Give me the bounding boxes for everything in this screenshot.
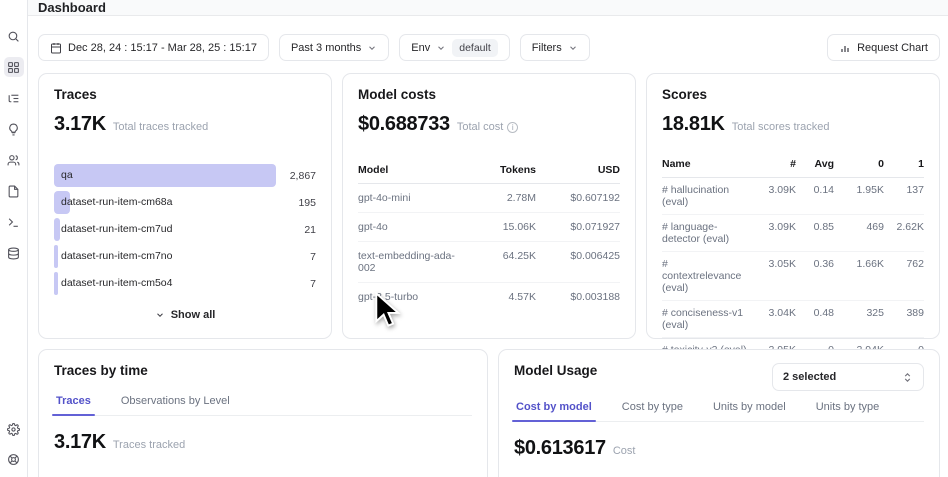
trace-tree-icon[interactable] (4, 88, 24, 108)
settings-gear-icon[interactable] (4, 419, 24, 439)
support-icon[interactable] (4, 449, 24, 469)
card-title: Model Usage (514, 363, 597, 378)
tab-cost-by-model[interactable]: Cost by model (514, 397, 594, 421)
table-row[interactable]: gpt-3.5-turbo4.57K$0.003188 (358, 283, 620, 311)
chevron-down-icon (568, 43, 578, 53)
bar-row[interactable]: dataset-run-item-cm7no 7 (54, 245, 316, 268)
traces-card: Traces 3.17K Total traces tracked qa 2,8… (38, 73, 332, 339)
bar-row[interactable]: dataset-run-item-cm5o4 7 (54, 272, 316, 295)
users-icon[interactable] (4, 150, 24, 170)
tab-traces[interactable]: Traces (54, 391, 93, 415)
dashboard-icon[interactable] (4, 57, 24, 77)
model-usage-cost-metric: $0.613617 (514, 437, 606, 460)
chevron-down-icon (155, 310, 165, 320)
card-title: Traces by time (54, 363, 472, 378)
env-default-badge: default (452, 39, 498, 57)
database-icon[interactable] (4, 243, 24, 263)
sidebar (0, 0, 28, 477)
traces-by-time-card: Traces by time Traces Observations by Le… (38, 349, 488, 477)
bar-row[interactable]: dataset-run-item-cm68a 195 (54, 191, 316, 214)
date-range-picker[interactable]: Dec 28, 24 : 15:17 - Mar 28, 25 : 15:17 (38, 34, 269, 61)
filters-dropdown[interactable]: Filters (520, 34, 590, 61)
table-row[interactable]: # conciseness-v1 (eval)3.04K0.48325389 (662, 301, 924, 338)
table-row[interactable]: gpt-4o-mini2.78M$0.607192 (358, 184, 620, 213)
show-all-button[interactable]: Show all (54, 309, 316, 321)
model-usage-card: Model Usage 2 selected Cost by model Cos… (498, 349, 940, 477)
env-dropdown[interactable]: Env default (399, 34, 510, 61)
scores-total-metric: 18.81K (662, 113, 725, 136)
document-icon[interactable] (4, 181, 24, 201)
chevron-down-icon (436, 43, 446, 53)
traces-total-metric: 3.17K (54, 113, 106, 136)
tab-observations-by-level[interactable]: Observations by Level (119, 391, 232, 415)
traces-by-time-tabs: Traces Observations by Level (54, 391, 472, 416)
card-title: Model costs (358, 87, 620, 102)
table-row[interactable]: # language-detector (eval)3.09K0.854692.… (662, 215, 924, 252)
tab-cost-by-type[interactable]: Cost by type (620, 397, 685, 421)
total-cost-metric: $0.688733 (358, 113, 450, 136)
bar-row[interactable]: qa 2,867 (54, 164, 316, 187)
model-costs-card: Model costs $0.688733 Total cost i Model… (342, 73, 636, 339)
scores-card: Scores 18.81K Total scores tracked Name … (646, 73, 940, 339)
main-area: Dashboard Dec 28, 24 : 15:17 - Mar 28, 2… (28, 0, 948, 477)
card-title: Traces (54, 87, 316, 102)
bar-chart-icon (839, 42, 851, 54)
table-row[interactable]: text-embedding-ada-00264.25K$0.006425 (358, 242, 620, 283)
table-row[interactable]: # contextrelevance (eval)3.05K0.361.66K7… (662, 252, 924, 301)
lightbulb-icon[interactable] (4, 119, 24, 139)
tab-units-by-model[interactable]: Units by model (711, 397, 788, 421)
calendar-icon (50, 42, 62, 54)
model-select-dropdown[interactable]: 2 selected (772, 363, 924, 391)
chevrons-up-down-icon (902, 372, 913, 383)
table-row[interactable]: gpt-4o15.06K$0.071927 (358, 213, 620, 242)
card-title: Scores (662, 87, 924, 102)
tab-units-by-type[interactable]: Units by type (814, 397, 882, 421)
table-row[interactable]: # hallucination (eval)3.09K0.141.95K137 (662, 178, 924, 215)
bar-row[interactable]: dataset-run-item-cm7ud 21 (54, 218, 316, 241)
time-preset-dropdown[interactable]: Past 3 months (279, 34, 389, 61)
traces-tracked-metric: 3.17K (54, 431, 106, 454)
page-header: Dashboard (28, 0, 948, 16)
filter-bar: Dec 28, 24 : 15:17 - Mar 28, 25 : 15:17 … (38, 34, 940, 61)
page-title: Dashboard (38, 0, 106, 15)
info-icon[interactable]: i (507, 122, 518, 133)
request-chart-button[interactable]: Request Chart (827, 34, 940, 61)
traces-bar-list: qa 2,867 dataset-run-item-cm68a 195 data… (54, 164, 316, 295)
model-costs-table: Model Tokens USD gpt-4o-mini2.78M$0.6071… (358, 160, 620, 311)
scores-table: Name # Avg 0 1 # hallucination (eval)3.0… (662, 154, 924, 362)
model-usage-tabs: Cost by model Cost by type Units by mode… (514, 397, 924, 422)
chevron-down-icon (367, 43, 377, 53)
terminal-icon[interactable] (4, 212, 24, 232)
search-icon[interactable] (4, 26, 24, 46)
